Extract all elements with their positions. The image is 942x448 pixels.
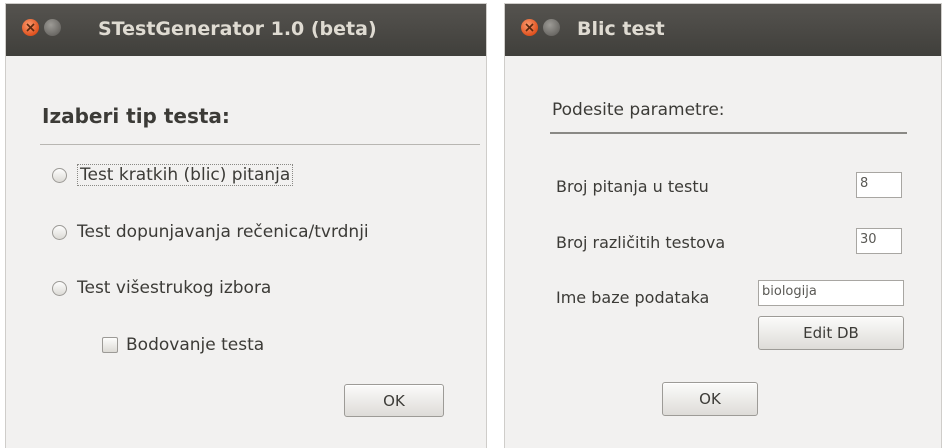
ok-button[interactable]: OK [662,382,758,416]
divider [40,144,480,145]
scoring-label: Bodovanje testa [126,335,265,355]
title-bar[interactable]: STestGenerator 1.0 (beta) [6,4,486,56]
radio-icon[interactable] [52,167,67,183]
option-label: Test kratkih (blic) pitanja [77,164,294,186]
scoring-checkbox[interactable]: Bodovanje testa [102,335,264,355]
minimize-icon[interactable] [44,19,61,36]
checkbox-icon[interactable] [102,337,118,353]
option-label: Test dopunjavanja rečenica/tvrdnji [77,222,369,242]
divider [550,132,907,134]
radio-icon[interactable] [52,224,67,240]
database-name-input[interactable]: biologija [758,280,904,306]
blic-test-window: Blic test Podesite parametre: Broj pitan… [505,4,941,448]
database-name-label: Ime baze podataka [556,288,710,307]
window-title: STestGenerator 1.0 (beta) [98,18,377,40]
edit-db-button[interactable]: Edit DB [758,316,904,350]
test-type-heading: Izaberi tip testa: [42,104,230,128]
close-icon[interactable] [521,19,538,36]
title-bar[interactable]: Blic test [505,4,941,56]
tests-count-label: Broj različitih testova [556,233,726,252]
test-generator-window: STestGenerator 1.0 (beta) Izaberi tip te… [6,4,486,448]
questions-count-input[interactable]: 8 [856,172,902,198]
radio-icon[interactable] [52,280,67,296]
radio-multiple-choice-test[interactable]: Test višestrukog izbora [52,278,271,298]
parameters-heading: Podesite parametre: [552,100,725,120]
window-title: Blic test [577,18,665,40]
radio-completion-test[interactable]: Test dopunjavanja rečenica/tvrdnji [52,222,369,242]
option-label: Test višestrukog izbora [77,278,272,298]
radio-blic-test[interactable]: Test kratkih (blic) pitanja [52,164,294,186]
tests-count-input[interactable]: 30 [856,228,902,254]
minimize-icon[interactable] [543,19,560,36]
questions-count-label: Broj pitanja u testu [556,177,709,196]
ok-button[interactable]: OK [344,384,444,417]
close-icon[interactable] [22,19,39,36]
